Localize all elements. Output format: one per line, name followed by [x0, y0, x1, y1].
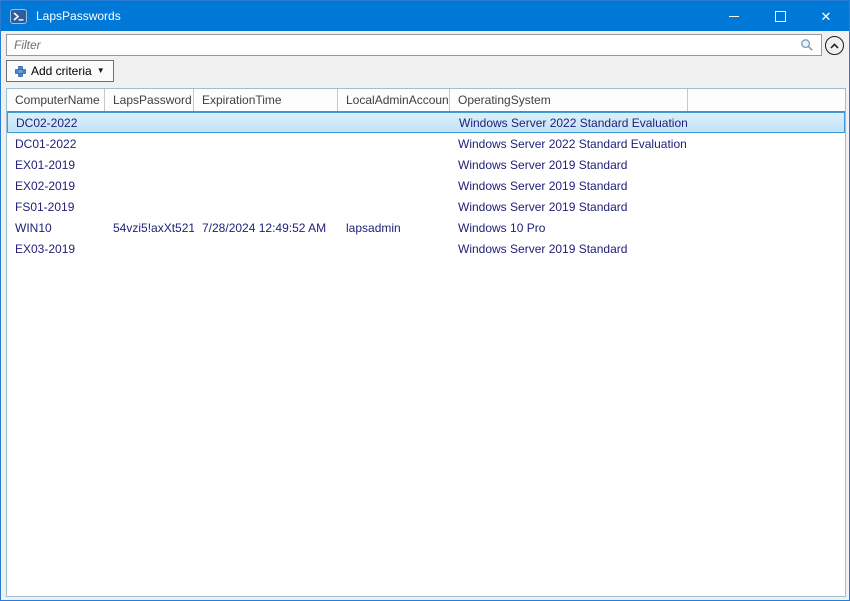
powershell-icon — [10, 9, 27, 24]
table-row[interactable]: EX01-2019 Windows Server 2019 Standard — [7, 154, 845, 175]
add-criteria-button[interactable]: Add criteria ▼ — [6, 60, 114, 82]
column-header-localadminaccount[interactable]: LocalAdminAccount — [338, 89, 450, 111]
table-row[interactable]: EX03-2019 Windows Server 2019 Standard — [7, 238, 845, 259]
collapse-filter-button[interactable] — [825, 36, 844, 55]
cell-computername: WIN10 — [7, 221, 105, 235]
plus-icon — [15, 66, 26, 77]
maximize-icon — [775, 11, 786, 22]
cell-operatingsystem: Windows Server 2019 Standard — [450, 158, 688, 172]
column-header-filler — [688, 89, 845, 111]
cell-operatingsystem: Windows Server 2019 Standard — [450, 242, 688, 256]
cell-computername: EX03-2019 — [7, 242, 105, 256]
cell-operatingsystem: Windows Server 2019 Standard — [450, 179, 688, 193]
close-icon: ✕ — [821, 10, 832, 23]
cell-computername: EX02-2019 — [7, 179, 105, 193]
cell-operatingsystem: Windows Server 2019 Standard — [450, 200, 688, 214]
maximize-button[interactable] — [757, 1, 803, 31]
cell-expirationtime: 7/28/2024 12:49:52 AM — [194, 221, 338, 235]
column-header-operatingsystem[interactable]: OperatingSystem — [450, 89, 688, 111]
outgridview-window: LapsPasswords ✕ Add criteria ▼ ComputerN… — [0, 0, 850, 601]
chevron-up-icon — [830, 43, 839, 49]
results-grid: ComputerName LapsPassword ExpirationTime… — [6, 88, 846, 597]
cell-operatingsystem: Windows Server 2022 Standard Evaluation — [450, 137, 688, 151]
search-icon — [800, 38, 814, 52]
chevron-down-icon: ▼ — [97, 67, 105, 75]
minimize-button[interactable] — [711, 1, 757, 31]
cell-computername: EX01-2019 — [7, 158, 105, 172]
table-row[interactable]: DC01-2022 Windows Server 2022 Standard E… — [7, 133, 845, 154]
cell-operatingsystem: Windows 10 Pro — [450, 221, 688, 235]
table-row[interactable]: WIN10 54vzi5!axXt521 7/28/2024 12:49:52 … — [7, 217, 845, 238]
cell-localadminaccount: lapsadmin — [338, 221, 450, 235]
window-title: LapsPasswords — [36, 9, 121, 23]
cell-operatingsystem: Windows Server 2022 Standard Evaluation — [451, 116, 689, 130]
column-header-computername[interactable]: ComputerName — [7, 89, 105, 111]
window-controls: ✕ — [711, 1, 849, 31]
grid-body: DC02-2022 Windows Server 2022 Standard E… — [7, 112, 845, 596]
cell-computername: FS01-2019 — [7, 200, 105, 214]
filter-input[interactable] — [6, 34, 822, 56]
column-header-expirationtime[interactable]: ExpirationTime — [194, 89, 338, 111]
grid-header: ComputerName LapsPassword ExpirationTime… — [7, 89, 845, 112]
table-row[interactable]: DC02-2022 Windows Server 2022 Standard E… — [7, 112, 845, 133]
cell-computername: DC01-2022 — [7, 137, 105, 151]
add-criteria-label: Add criteria — [31, 64, 92, 78]
cell-lapspassword: 54vzi5!axXt521 — [105, 221, 194, 235]
title-bar: LapsPasswords ✕ — [1, 1, 849, 31]
minimize-icon — [729, 16, 739, 17]
table-row[interactable]: FS01-2019 Windows Server 2019 Standard — [7, 196, 845, 217]
table-row[interactable]: EX02-2019 Windows Server 2019 Standard — [7, 175, 845, 196]
close-button[interactable]: ✕ — [803, 1, 849, 31]
column-header-lapspassword[interactable]: LapsPassword — [105, 89, 194, 111]
cell-computername: DC02-2022 — [8, 116, 106, 130]
